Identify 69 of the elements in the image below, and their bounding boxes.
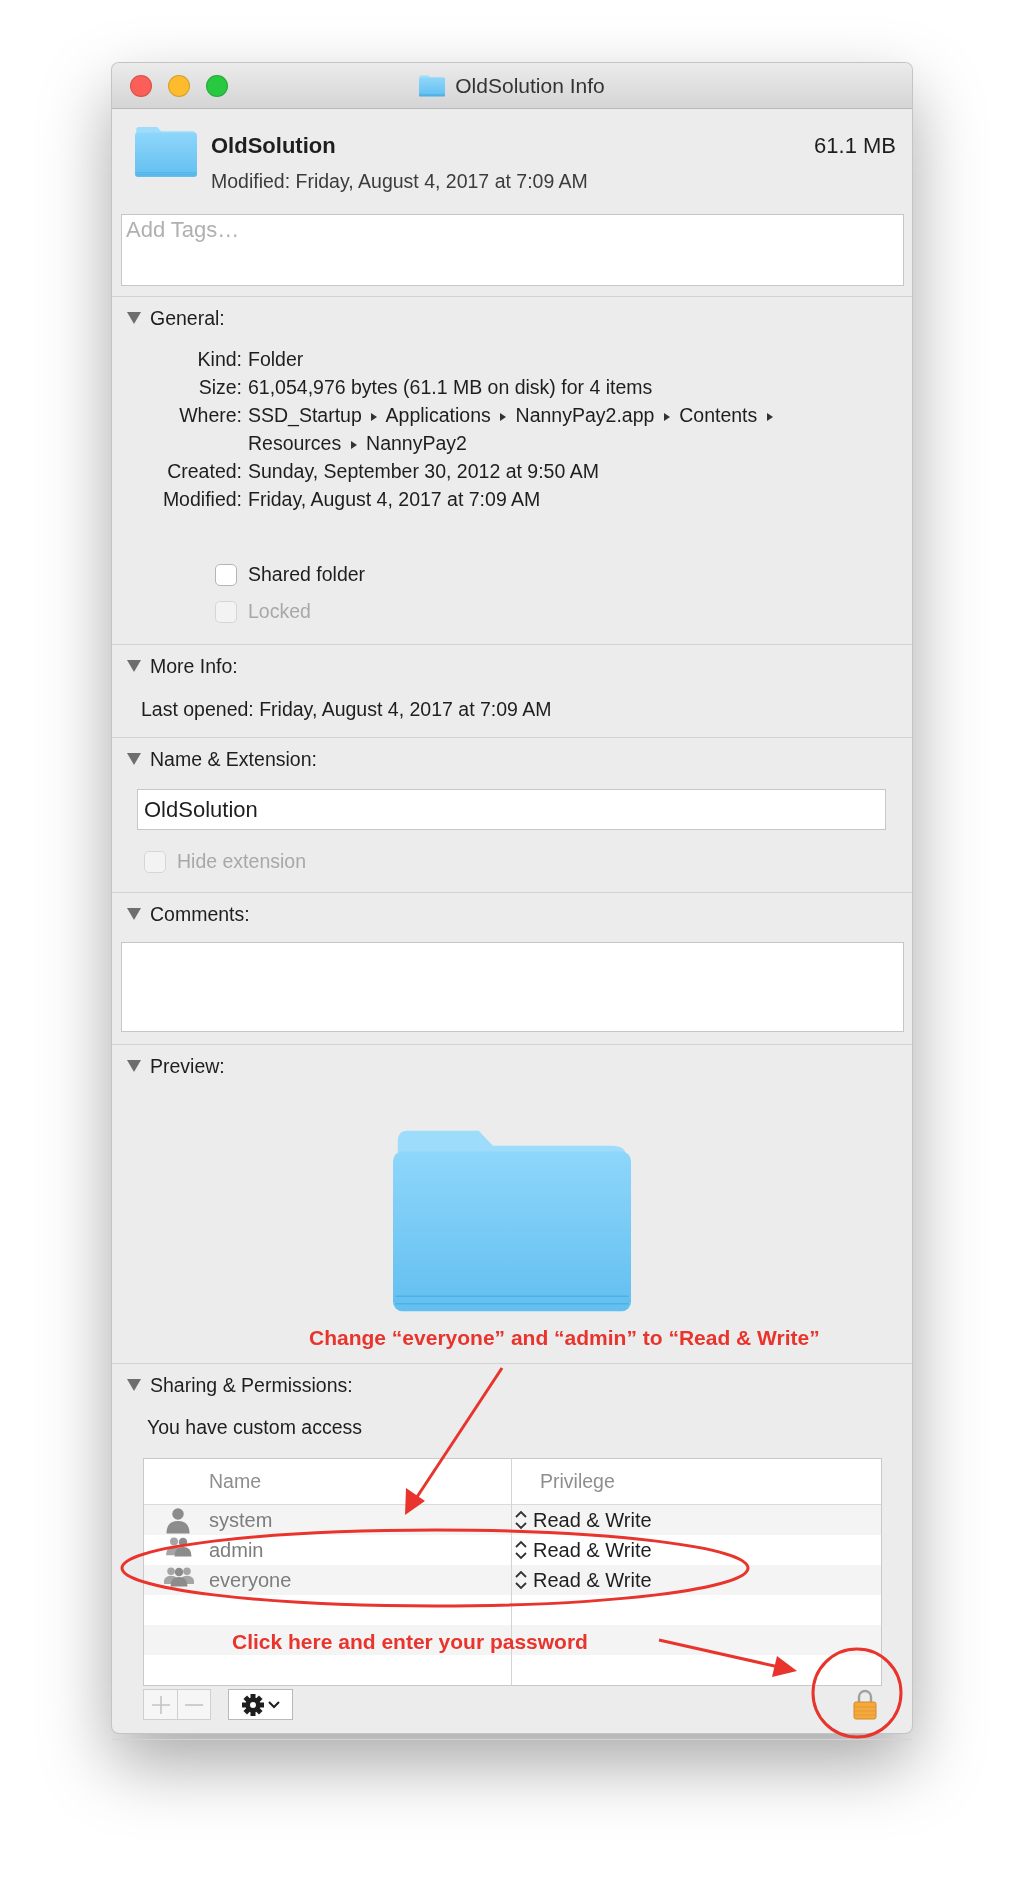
folder-icon bbox=[135, 126, 197, 178]
user-name: admin bbox=[209, 1538, 265, 1562]
checkbox-label: Hide extension bbox=[177, 850, 306, 873]
window-title: OldSolution Info bbox=[455, 73, 605, 98]
checkbox-label: Locked bbox=[248, 600, 311, 623]
up-down-arrows-icon bbox=[515, 1570, 527, 1590]
path-label: Contents bbox=[679, 404, 758, 426]
checkbox[interactable] bbox=[215, 563, 237, 586]
field-value: Friday, August 4, 2017 at 7:09 AM bbox=[259, 698, 552, 720]
path-label: Resources bbox=[248, 432, 342, 454]
file-size: 61.1 MB bbox=[814, 132, 896, 160]
annotation-text: Click here and enter your password bbox=[232, 1629, 588, 1655]
field-label: Size: bbox=[197, 375, 242, 400]
action-menu-button[interactable] bbox=[228, 1689, 293, 1720]
path-arrow-icon bbox=[663, 412, 670, 421]
tags-field[interactable]: Add Tags… bbox=[121, 214, 904, 286]
up-down-arrows-icon bbox=[515, 1540, 527, 1560]
modified-date: Modified: Friday, August 4, 2017 at 7:09 AM bbox=[211, 169, 589, 194]
user-name: everyone bbox=[209, 1568, 293, 1592]
folder-icon bbox=[419, 74, 446, 97]
path-arrow-icon bbox=[371, 412, 378, 421]
path-label: SSD_Startup bbox=[248, 404, 362, 426]
field-label: Kind: bbox=[196, 347, 242, 372]
field-value: Folder bbox=[248, 347, 305, 372]
path-label: Applications bbox=[385, 404, 491, 426]
field-value: 61,054,976 bytes (61.1 MB on disk) for 4 items bbox=[248, 375, 654, 400]
field-label: Modified: bbox=[161, 487, 242, 512]
disclosure-triangle-icon bbox=[127, 1379, 141, 1391]
checkbox-label: Shared folder bbox=[248, 563, 366, 586]
comments-field[interactable] bbox=[121, 942, 904, 1032]
lock-icon bbox=[853, 1689, 877, 1720]
minus-icon bbox=[184, 1703, 204, 1706]
field-label: Created: bbox=[166, 459, 242, 484]
disclosure-triangle-icon bbox=[127, 660, 141, 672]
up-down-arrows-icon bbox=[515, 1510, 527, 1530]
section-toggle[interactable]: Comments: bbox=[127, 902, 250, 926]
chevron-down-icon bbox=[267, 1700, 280, 1709]
user-name: system bbox=[209, 1508, 274, 1532]
section-toggle[interactable]: Name & Extension: bbox=[127, 747, 317, 771]
section-toggle[interactable]: General: bbox=[127, 306, 225, 330]
field-value: Friday, August 4, 2017 at 7:09 AM bbox=[248, 487, 542, 512]
section-toggle[interactable]: More Info: bbox=[127, 654, 238, 678]
privilege-popup[interactable]: Read & Write bbox=[515, 1568, 652, 1592]
path-arrow-icon bbox=[350, 440, 357, 449]
file-name: OldSolution bbox=[211, 132, 337, 160]
field-value: Sunday, September 30, 2012 at 9:50 AM bbox=[248, 459, 600, 484]
field-label: Where: bbox=[178, 403, 242, 428]
name-field[interactable]: OldSolution bbox=[137, 789, 886, 830]
disclosure-triangle-icon bbox=[127, 908, 141, 920]
close-button[interactable] bbox=[130, 75, 152, 97]
section-toggle[interactable]: Preview: bbox=[127, 1054, 225, 1078]
path-arrow-icon bbox=[500, 412, 507, 421]
plus-icon bbox=[150, 1694, 171, 1715]
annotation-text: Change “everyone” and “admin” to “Read & Write” bbox=[309, 1325, 820, 1351]
gear-icon bbox=[241, 1693, 264, 1716]
path-label: NannyPay2.app bbox=[515, 404, 655, 426]
access-note: You have custom access bbox=[147, 1415, 363, 1440]
path-arrow-icon bbox=[766, 412, 773, 421]
section-toggle[interactable]: Sharing & Permissions: bbox=[127, 1373, 353, 1397]
privilege-popup[interactable]: Read & Write bbox=[515, 1538, 652, 1562]
lock-button[interactable] bbox=[853, 1689, 877, 1720]
path-label: NannyPay2 bbox=[366, 432, 467, 454]
privilege-popup[interactable]: Read & Write bbox=[515, 1508, 652, 1532]
disclosure-triangle-icon bbox=[127, 1060, 141, 1072]
disclosure-triangle-icon bbox=[127, 753, 141, 765]
field-label: Last opened: bbox=[141, 698, 254, 720]
disclosure-triangle-icon bbox=[127, 312, 141, 324]
zoom-button[interactable] bbox=[206, 75, 228, 97]
minimize-button[interactable] bbox=[168, 75, 190, 97]
